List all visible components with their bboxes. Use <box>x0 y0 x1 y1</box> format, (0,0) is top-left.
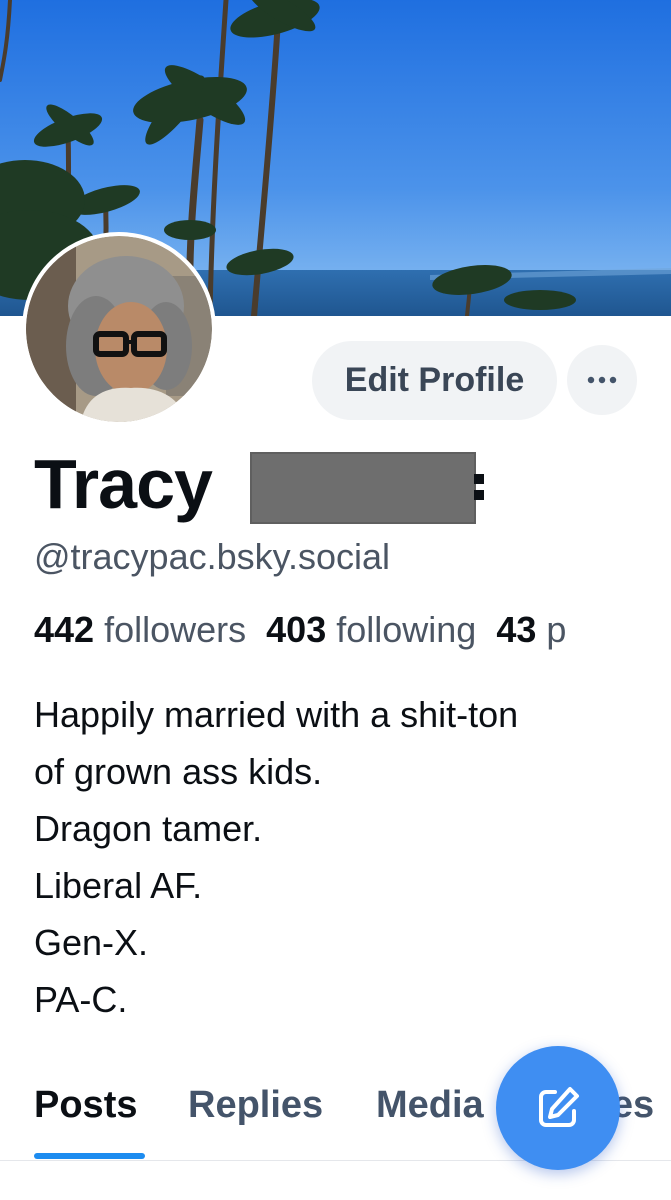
name-redaction-edge <box>474 456 486 512</box>
following-count: 403 <box>266 609 327 650</box>
profile-avatar[interactable] <box>22 232 216 426</box>
ellipsis-icon <box>587 376 617 384</box>
tab-posts[interactable]: Posts <box>34 1082 137 1128</box>
bio-line: of grown ass kids. <box>34 751 323 792</box>
compose-icon <box>539 1087 579 1127</box>
bio-line: Dragon tamer. <box>34 808 263 849</box>
avatar-image <box>26 236 212 422</box>
followers-count: 442 <box>34 609 95 650</box>
display-name: Tracy <box>34 445 213 523</box>
profile-bio: Happily married with a shit-ton of grown… <box>34 686 518 1028</box>
active-tab-indicator <box>34 1153 145 1159</box>
compose-button[interactable] <box>496 1046 620 1170</box>
profile-stats: 442 followers 403 following 43 p <box>34 606 586 654</box>
posts-stat: 43 p <box>496 609 566 650</box>
name-redaction-box <box>250 452 476 524</box>
more-options-button[interactable] <box>567 345 637 415</box>
posts-label-partial: p <box>546 609 567 650</box>
bio-line: Happily married with a shit-ton <box>34 694 519 735</box>
profile-handle: @tracypac.bsky.social <box>34 536 390 577</box>
following-link[interactable]: 403 following <box>266 609 476 650</box>
edit-profile-button[interactable]: Edit Profile <box>312 341 557 420</box>
followers-link[interactable]: 442 followers <box>34 609 246 650</box>
bio-line: Gen-X. <box>34 922 149 963</box>
bio-line: PA-C. <box>34 979 128 1020</box>
bio-line: Liberal AF. <box>34 865 203 906</box>
tab-replies[interactable]: Replies <box>188 1082 323 1128</box>
followers-label: followers <box>104 609 247 650</box>
tab-media[interactable]: Media <box>376 1082 484 1128</box>
following-label: following <box>336 609 477 650</box>
posts-count: 43 <box>496 609 537 650</box>
